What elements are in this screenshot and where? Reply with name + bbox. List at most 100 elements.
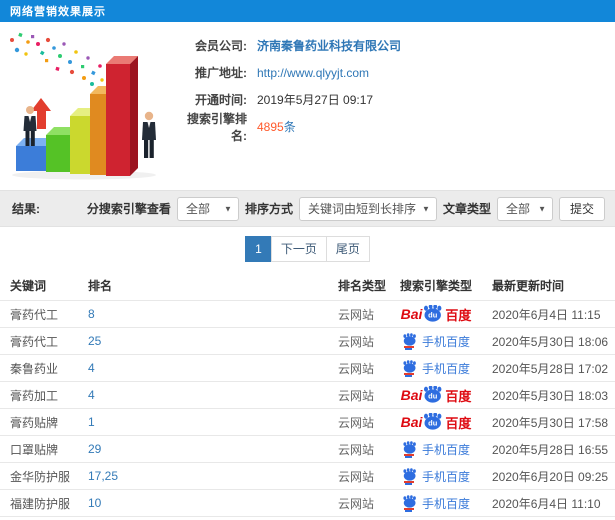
cell-update-time: 2020年6月4日 11:15: [492, 307, 601, 322]
table-row[interactable]: 膏药代工 25 云网站 手机百度 2020年5月30日 18:06: [0, 327, 615, 354]
cell-rank-type: 云网站: [338, 388, 375, 403]
svg-text:du: du: [429, 311, 439, 320]
title-bar: 网络营销效果展示: [0, 0, 615, 22]
cell-update-time: 2020年6月20日 09:25: [492, 469, 609, 484]
info-row-ranking-count: 搜索引擎排名: 4895 条: [175, 112, 605, 143]
baidu-cn-text: 百度: [445, 307, 472, 323]
cell-rank-type: 云网站: [338, 334, 375, 349]
baidu-paw-icon: du: [424, 413, 442, 430]
cell-keyword: 膏药代工: [10, 307, 59, 322]
svg-text:du: du: [429, 419, 439, 428]
cell-keyword: 膏药加工: [10, 388, 59, 403]
caret-down-icon: ▼: [422, 204, 430, 213]
pagination: 1 下一页 尾页: [0, 227, 615, 270]
cell-engine-type: 手机百度: [390, 494, 482, 512]
baidu-bai-text: Bai: [400, 387, 423, 403]
header-rank: 排名: [88, 278, 113, 293]
last-page-button[interactable]: 尾页: [325, 235, 370, 262]
baidu-bai-text: Bai: [400, 306, 423, 322]
cell-engine-type: 手机百度: [390, 332, 482, 350]
cell-keyword: 膏药贴牌: [10, 415, 59, 430]
cell-update-time: 2020年5月28日 16:55: [492, 442, 609, 457]
cell-engine-type: Bai du 百度: [390, 413, 482, 431]
cell-engine-type: Bai du 百度: [390, 386, 482, 404]
mobile-baidu-paw-icon: [402, 359, 417, 377]
header-rank-type: 排名类型: [338, 278, 387, 293]
table-row[interactable]: 膏药代工 8 云网站 Bai du 百度 2020年6月4日 11:15: [0, 300, 615, 327]
cell-rank[interactable]: 4: [78, 361, 328, 375]
baidu-logo: Bai du 百度: [400, 305, 472, 323]
open-time-value: 2019年5月27日 09:17: [257, 93, 374, 107]
cell-rank[interactable]: 4: [78, 388, 328, 402]
open-time-label: 开通时间:: [195, 93, 247, 107]
cell-rank[interactable]: 1: [78, 415, 328, 429]
company-info: 会员公司: 济南秦鲁药业科技有限公司 推广地址: http://www.qlyy…: [175, 32, 605, 143]
mobile-baidu-label: 手机百度: [421, 361, 470, 376]
table-row[interactable]: 手机百度: [0, 516, 615, 520]
cell-update-time: 2020年5月30日 17:58: [492, 415, 609, 430]
cell-rank-type: 云网站: [338, 496, 375, 511]
table-header: 关键词 排名 排名类型 搜索引擎类型 最新更新时间: [0, 270, 615, 300]
cell-engine-type: 手机百度: [390, 467, 482, 485]
article-type-value: 全部: [505, 202, 530, 216]
table-row[interactable]: 金华防护服 17,25 云网站 手机百度 2020年6月20日 09:25: [0, 462, 615, 489]
cell-rank-type: 云网站: [338, 361, 375, 376]
table-row[interactable]: 膏药贴牌 1 云网站 Bai du 百度 2020年5月30日 17:58: [0, 408, 615, 435]
mobile-baidu-paw-icon: [402, 494, 417, 512]
mobile-baidu-label: 手机百度: [421, 496, 470, 511]
engine-filter-label: 分搜索引擎查看: [86, 202, 171, 216]
ranking-count-label: 搜索引擎排名:: [186, 111, 247, 143]
results-table: 关键词 排名 排名类型 搜索引擎类型 最新更新时间 膏药代工 8 云网站 Bai…: [0, 270, 615, 520]
engine-filter-value: 全部: [185, 202, 210, 216]
mobile-baidu-label: 手机百度: [421, 442, 470, 457]
table-row[interactable]: 秦鲁药业 4 云网站 手机百度 2020年5月28日 17:02: [0, 354, 615, 381]
sort-filter-label: 排序方式: [244, 202, 293, 216]
bar-red: [106, 56, 138, 176]
baidu-logo: Bai du 百度: [400, 386, 472, 404]
engine-filter-select[interactable]: 全部 ▼: [176, 196, 239, 221]
submit-button[interactable]: 提交: [558, 196, 605, 221]
cell-engine-type: 手机百度: [390, 359, 482, 377]
mobile-baidu-logo: 手机百度: [402, 440, 470, 458]
cell-rank-type: 云网站: [338, 442, 375, 457]
cell-update-time: 2020年5月30日 18:03: [492, 388, 609, 403]
header-keyword: 关键词: [10, 278, 47, 293]
mobile-baidu-logo: 手机百度: [402, 332, 470, 350]
info-panel: 会员公司: 济南秦鲁药业科技有限公司 推广地址: http://www.qlyy…: [0, 22, 615, 190]
filter-controls: 分搜索引擎查看 全部 ▼ 排序方式 关键词由短到长排序 ▼ 文章类型 全部 ▼ …: [86, 196, 605, 221]
cell-keyword: 口罩贴牌: [10, 442, 59, 457]
cell-rank[interactable]: 10: [78, 496, 328, 510]
ranking-count-suffix: 条: [283, 120, 296, 134]
cell-rank[interactable]: 17,25: [78, 469, 328, 483]
company-label: 会员公司:: [195, 39, 247, 53]
cell-rank[interactable]: 8: [78, 307, 328, 321]
baidu-logo: Bai du 百度: [400, 413, 472, 431]
svg-text:du: du: [429, 392, 439, 401]
page-title: 网络营销效果展示: [10, 6, 106, 18]
cell-keyword: 金华防护服: [10, 469, 71, 484]
cell-keyword: 福建防护服: [10, 496, 71, 511]
baidu-cn-text: 百度: [445, 415, 472, 431]
cell-rank[interactable]: 29: [78, 442, 328, 456]
header-update-time: 最新更新时间: [492, 278, 565, 293]
baidu-cn-text: 百度: [445, 388, 472, 404]
bar-chart-illustration: [10, 32, 156, 180]
article-type-select[interactable]: 全部 ▼: [496, 196, 553, 221]
info-row-url: 推广地址: http://www.qlyyjt.com: [175, 59, 605, 86]
next-page-button[interactable]: 下一页: [270, 235, 327, 262]
page-1-button[interactable]: 1: [245, 235, 272, 262]
cell-rank[interactable]: 25: [78, 334, 328, 348]
cell-update-time: 2020年5月30日 18:06: [492, 334, 609, 349]
sort-filter-select[interactable]: 关键词由短到长排序 ▼: [298, 196, 437, 221]
table-row[interactable]: 膏药加工 4 云网站 Bai du 百度 2020年5月30日 18:03: [0, 381, 615, 408]
mobile-baidu-label: 手机百度: [421, 469, 470, 484]
mobile-baidu-paw-icon: [402, 332, 417, 350]
sort-filter-value: 关键词由短到长排序: [307, 202, 416, 216]
company-name-link[interactable]: 济南秦鲁药业科技有限公司: [257, 37, 401, 54]
baidu-bai-text: Bai: [400, 414, 423, 430]
table-row[interactable]: 福建防护服 10 云网站 手机百度 2020年6月4日 11:10: [0, 489, 615, 516]
table-row[interactable]: 口罩贴牌 29 云网站 手机百度 2020年5月28日 16:55: [0, 435, 615, 462]
promo-url-link[interactable]: http://www.qlyyjt.com: [257, 66, 369, 80]
caret-down-icon: ▼: [224, 204, 232, 213]
cell-engine-type: 手机百度: [390, 440, 482, 458]
